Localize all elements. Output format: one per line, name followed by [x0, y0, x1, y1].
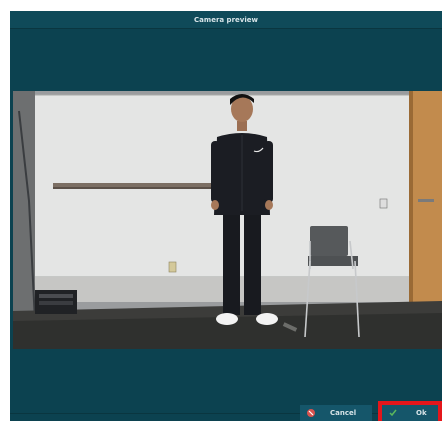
dialog-title: Camera preview [194, 15, 258, 24]
dialog-titlebar: Camera preview [10, 11, 442, 29]
camera-frame [13, 91, 442, 349]
cancel-circle-icon [306, 408, 316, 418]
ok-button-label: Ok [416, 409, 427, 417]
footer-divider [10, 413, 442, 414]
cancel-button[interactable]: Cancel [300, 405, 372, 421]
check-icon [388, 408, 398, 418]
camera-preview-dialog: Camera preview [10, 11, 442, 421]
camera-preview-image [13, 91, 442, 349]
ok-button[interactable]: Ok [378, 401, 442, 421]
cancel-button-label: Cancel [330, 409, 357, 417]
